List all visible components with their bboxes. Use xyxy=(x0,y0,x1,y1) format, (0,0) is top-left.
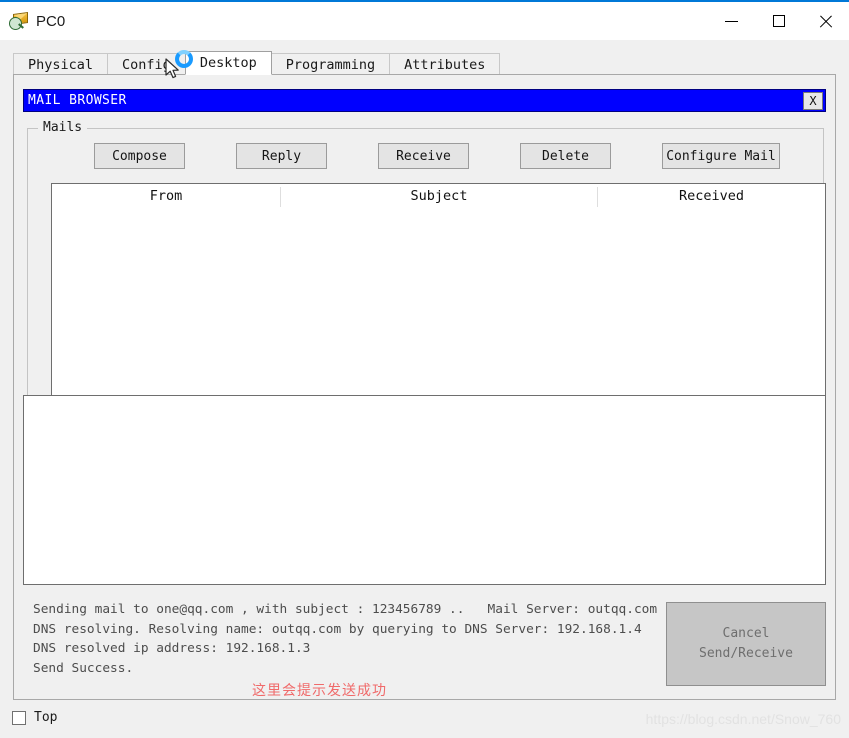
top-checkbox[interactable] xyxy=(12,710,26,725)
minimize-icon xyxy=(725,20,738,22)
mail-browser-title: MAIL BROWSER xyxy=(28,93,127,108)
mail-message-body[interactable] xyxy=(23,395,826,585)
mail-browser-titlebar: MAIL BROWSER X xyxy=(23,89,826,112)
mail-list-rows[interactable] xyxy=(52,209,825,425)
minimize-button[interactable] xyxy=(708,2,755,40)
watermark: https://blog.csdn.net/Snow_760 xyxy=(645,711,841,727)
window-controls xyxy=(708,2,849,40)
cancel-send-receive-button[interactable]: Cancel Send/Receive xyxy=(666,602,826,686)
top-checkbox-label: Top xyxy=(34,710,58,725)
annotation-text: 这里会提示发送成功 xyxy=(252,683,387,699)
compose-button[interactable]: Compose xyxy=(94,143,185,169)
mail-browser-close-button[interactable]: X xyxy=(803,92,823,110)
receive-button[interactable]: Receive xyxy=(378,143,469,169)
cancel-label-line2: Send/Receive xyxy=(699,646,793,661)
tab-desktop[interactable]: Desktop xyxy=(184,51,272,75)
mouse-cursor-icon xyxy=(165,58,179,79)
device-tabs: Physical Config Desktop Programming Attr… xyxy=(13,51,501,75)
packet-tracer-pc-icon xyxy=(9,11,28,30)
window-titlebar: PC0 xyxy=(0,2,849,40)
tab-programming[interactable]: Programming xyxy=(270,53,391,75)
window-title: PC0 xyxy=(36,12,66,30)
top-checkbox-row[interactable]: Top xyxy=(12,710,57,725)
mails-group-label: Mails xyxy=(38,120,88,135)
tab-attributes[interactable]: Attributes xyxy=(389,53,501,75)
mail-log-text: Sending mail to one@qq.com , with subjec… xyxy=(33,602,658,676)
application-window: PC0 Physical Config Desktop Programming … xyxy=(0,0,849,738)
configure-mail-button[interactable]: Configure Mail xyxy=(662,143,780,169)
column-header-from[interactable]: From xyxy=(52,184,280,209)
mail-list-header: From Subject Received xyxy=(52,184,825,209)
reply-button[interactable]: Reply xyxy=(236,143,327,169)
column-header-received[interactable]: Received xyxy=(598,184,825,209)
mail-log-area: Sending mail to one@qq.com , with subjec… xyxy=(23,600,826,692)
maximize-icon xyxy=(772,15,785,27)
delete-button[interactable]: Delete xyxy=(520,143,611,169)
cancel-label-line1: Cancel xyxy=(722,626,770,641)
column-header-subject[interactable]: Subject xyxy=(281,184,597,209)
close-icon xyxy=(818,14,833,29)
maximize-button[interactable] xyxy=(755,2,802,40)
tab-physical[interactable]: Physical xyxy=(13,53,109,75)
desktop-panel: MAIL BROWSER X Mails Compose Reply Recei… xyxy=(13,74,836,700)
mail-toolbar: Compose Reply Receive Delete Configure M… xyxy=(14,143,837,169)
close-button[interactable] xyxy=(802,2,849,40)
